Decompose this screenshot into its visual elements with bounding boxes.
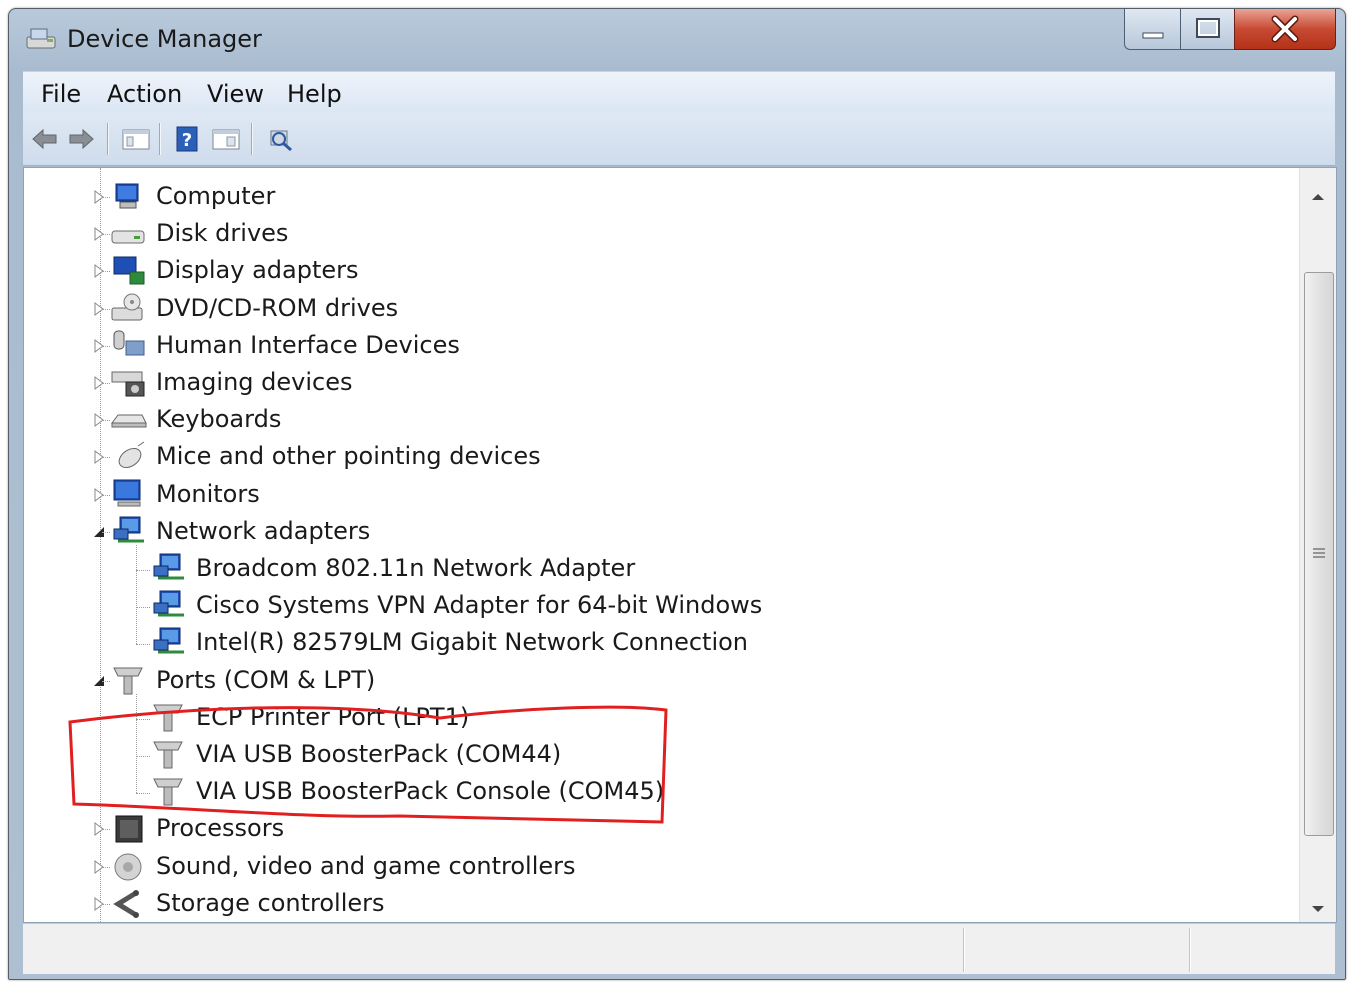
- tree-item-label: Storage controllers: [156, 888, 385, 917]
- tree-connector-line: [136, 718, 150, 720]
- tree-item-label: Cisco Systems VPN Adapter for 64-bit Win…: [196, 591, 763, 620]
- tree-item-label: Keyboards: [156, 405, 282, 434]
- tree-item-label: Processors: [156, 814, 285, 843]
- menu-file[interactable]: File: [41, 80, 81, 108]
- window-title: Device Manager: [67, 25, 262, 53]
- tree-item-label: Computer: [156, 182, 276, 210]
- help-icon[interactable]: ?: [173, 125, 203, 153]
- tree-connector-line: [102, 680, 110, 682]
- close-button[interactable]: [1234, 9, 1336, 50]
- back-arrow-icon[interactable]: [29, 125, 59, 153]
- tree-connector-line: [102, 308, 110, 310]
- scan-hardware-icon[interactable]: [265, 125, 295, 153]
- tree-item-label: Broadcom 802.11n Network Adapter: [196, 554, 636, 582]
- network-adapter-icon: [113, 516, 144, 543]
- tree-connector-line: [100, 168, 101, 922]
- tree-connector-line: [102, 531, 110, 533]
- network-adapter-icon: [153, 627, 184, 654]
- tree-item-label: VIA USB BoosterPack Console (COM45): [196, 777, 665, 806]
- imaging-device-icon: [111, 371, 145, 397]
- tree-connector-line: [102, 234, 110, 236]
- device-tree-panel[interactable]: Computer Disk drives Display adapters DVD/C…: [23, 167, 1337, 923]
- tree-connector-line: [136, 570, 150, 571]
- device-manager-window: Device Manager File Action View Help ? C…: [8, 8, 1346, 980]
- tree-connector-line: [102, 271, 110, 273]
- network-adapter-icon: [153, 590, 184, 617]
- minimize-icon: [1142, 32, 1164, 39]
- tree-connector-line: [102, 457, 110, 459]
- tree-connector-line: [102, 197, 110, 198]
- maximize-button[interactable]: [1180, 9, 1236, 50]
- dvd-drive-icon: [111, 293, 143, 321]
- mouse-icon: [118, 441, 145, 469]
- menu-action[interactable]: Action: [107, 80, 182, 108]
- sound-icon: [114, 853, 142, 881]
- menu-view[interactable]: View: [207, 80, 264, 108]
- tree-connector-line: [136, 756, 150, 757]
- menu-bar: File Action View Help: [23, 71, 1335, 114]
- tree-connector-line: [102, 866, 110, 868]
- port-icon: [113, 667, 143, 695]
- tree-connector-line: [102, 345, 110, 347]
- toolbar-separator: [251, 123, 252, 155]
- tree-connector-line: [136, 544, 137, 645]
- vertical-scrollbar[interactable]: [1299, 168, 1336, 922]
- tree-connector-line: [102, 383, 110, 384]
- tree-connector-line: [136, 607, 150, 609]
- disk-drive-icon: [111, 230, 145, 244]
- menu-help[interactable]: Help: [287, 80, 342, 108]
- status-bar-divider: [963, 928, 964, 972]
- scroll-up-arrow-icon[interactable]: [1300, 178, 1336, 214]
- computer-icon: [115, 183, 139, 209]
- tree-item-label: Network adapters: [156, 516, 371, 545]
- tree-item-label: DVD/CD-ROM drives: [156, 293, 399, 322]
- tree-connector-line: [136, 644, 150, 646]
- tree-connector-line: [102, 829, 110, 831]
- tree-item-label: Human Interface Devices: [156, 330, 460, 359]
- status-bar: [23, 923, 1335, 974]
- tree-item-label: Sound, video and game controllers: [156, 851, 576, 880]
- scrollbar-thumb[interactable]: [1304, 272, 1334, 836]
- status-bar-divider: [1189, 928, 1190, 972]
- grip-icon: [1313, 548, 1325, 558]
- tree-item-label: Ports (COM & LPT): [156, 665, 376, 694]
- tree-connector-line: [102, 420, 110, 422]
- port-icon: [153, 704, 183, 732]
- port-icon: [153, 778, 183, 806]
- processor-icon: [115, 815, 143, 843]
- minimize-button[interactable]: [1124, 9, 1182, 50]
- monitor-icon: [113, 479, 141, 507]
- port-icon: [153, 741, 183, 769]
- tree-item-label: VIA USB BoosterPack (COM44): [196, 740, 562, 768]
- maximize-icon: [1196, 18, 1220, 38]
- tree-item-label: Disk drives: [156, 219, 289, 248]
- close-icon: [1271, 15, 1299, 43]
- tree-connector-line: [136, 793, 150, 795]
- tree-item-label: Display adapters: [156, 256, 359, 285]
- display-adapter-icon: [113, 256, 145, 285]
- tree-connector-line: [136, 693, 137, 794]
- scroll-down-arrow-icon[interactable]: [1300, 894, 1336, 923]
- tree-item-label: Imaging devices: [156, 368, 353, 396]
- tree-item-label: Monitors: [156, 479, 260, 508]
- toolbar: ?: [23, 113, 1335, 166]
- properties-icon[interactable]: [211, 125, 241, 153]
- device-manager-icon: [26, 28, 56, 49]
- show-hide-console-tree-icon[interactable]: [121, 125, 151, 153]
- tree-item-label: Intel(R) 82579LM Gigabit Network Connect…: [196, 628, 748, 657]
- toolbar-separator: [107, 123, 108, 155]
- title-bar[interactable]: Device Manager: [9, 9, 1345, 65]
- tree-item-label: ECP Printer Port (LPT1): [196, 702, 470, 731]
- keyboard-icon: [111, 414, 147, 428]
- tree-connector-line: [102, 494, 110, 496]
- tree-item-label: Mice and other pointing devices: [156, 442, 541, 471]
- tree-connector-line: [102, 903, 110, 905]
- forward-arrow-icon[interactable]: [67, 125, 97, 153]
- hid-icon: [113, 330, 145, 356]
- storage-controller-icon: [113, 889, 139, 918]
- toolbar-separator: [159, 123, 160, 155]
- svg-text:?: ?: [182, 130, 192, 151]
- network-adapter-icon: [153, 553, 184, 580]
